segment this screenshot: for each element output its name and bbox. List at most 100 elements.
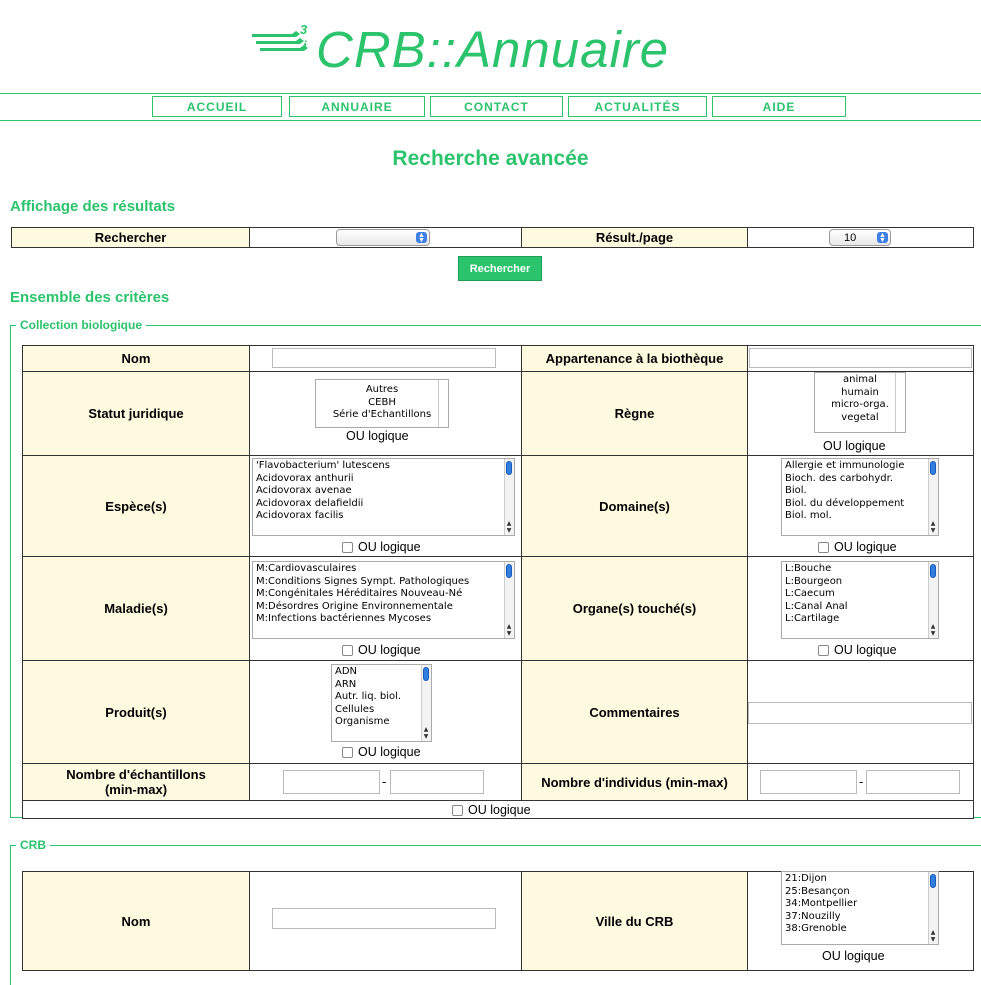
- regne-listbox[interactable]: animal humain micro-orga. vegetal: [814, 372, 906, 433]
- list-option[interactable]: L:Caecum: [785, 588, 935, 601]
- checkbox[interactable]: [342, 746, 353, 758]
- produit-listbox[interactable]: ADN ARN Autr. liq. biol. Cellules Organi…: [331, 664, 432, 742]
- scrollbar[interactable]: ▲ ▼: [928, 562, 938, 638]
- list-option[interactable]: Série d'Echantillons: [319, 409, 445, 422]
- list-option[interactable]: Allergie et immunologie: [785, 460, 935, 473]
- list-option[interactable]: L:Bourgeon: [785, 576, 935, 589]
- scroll-down-icon[interactable]: ▼: [929, 630, 937, 637]
- checkbox[interactable]: [818, 644, 829, 656]
- scroll-thumb[interactable]: [423, 667, 429, 681]
- checkbox[interactable]: [342, 541, 353, 553]
- nb-individus-min-input[interactable]: [760, 770, 857, 794]
- scrollbar[interactable]: [895, 373, 905, 432]
- search-button[interactable]: Rechercher: [458, 256, 542, 281]
- list-option[interactable]: L:Bouche: [785, 563, 935, 576]
- maladie-ou-logique[interactable]: OU logique: [342, 643, 421, 657]
- list-option[interactable]: M:Cardiovasculaires: [256, 563, 511, 576]
- domaine-ou-logique[interactable]: OU logique: [818, 540, 897, 554]
- nom-input[interactable]: [272, 348, 496, 368]
- list-option[interactable]: M:Congénitales Héréditaires Nouveau-Né: [256, 588, 511, 601]
- list-option[interactable]: 34:Montpellier: [785, 898, 935, 911]
- scrollbar[interactable]: ▲ ▼: [504, 459, 514, 535]
- list-option[interactable]: Acidovorax avenae: [256, 485, 511, 498]
- nb-echantillons-min-input[interactable]: [283, 770, 380, 794]
- scroll-up-icon[interactable]: ▲: [505, 520, 513, 527]
- scroll-thumb[interactable]: [930, 461, 936, 475]
- rechercher-select[interactable]: ▲ ▼: [336, 229, 430, 246]
- scroll-down-icon[interactable]: ▼: [422, 733, 430, 740]
- list-option[interactable]: M:Conditions Signes Sympt. Pathologiques: [256, 576, 511, 589]
- organe-listbox[interactable]: L:Bouche L:Bourgeon L:Caecum L:Canal Ana…: [781, 561, 939, 639]
- global-ou-logique[interactable]: OU logique: [452, 803, 531, 817]
- scrollbar[interactable]: ▲ ▼: [928, 459, 938, 535]
- crb-nom-input[interactable]: [272, 908, 496, 929]
- regne-label: Règne: [521, 371, 748, 456]
- scroll-thumb[interactable]: [930, 564, 936, 578]
- list-option[interactable]: L:Canal Anal: [785, 601, 935, 614]
- list-option[interactable]: Bioch. des carbohydr.: [785, 473, 935, 486]
- list-option[interactable]: 37:Nouzilly: [785, 911, 935, 924]
- checkbox[interactable]: [342, 644, 353, 656]
- produit-ou-logique[interactable]: OU logique: [342, 745, 421, 759]
- nb-individus-max-input[interactable]: [866, 770, 960, 794]
- espece-listbox[interactable]: 'Flavobacterium' lutescens Acidovorax an…: [252, 458, 515, 536]
- checkbox[interactable]: [452, 804, 463, 816]
- list-option[interactable]: Organisme: [335, 716, 428, 729]
- list-option[interactable]: Biol. du développement: [785, 498, 935, 511]
- scroll-thumb[interactable]: [930, 874, 936, 888]
- domaine-listbox[interactable]: Allergie et immunologie Bioch. des carbo…: [781, 458, 939, 536]
- list-option[interactable]: 25:Besançon: [785, 886, 935, 899]
- scroll-up-icon[interactable]: ▲: [929, 929, 937, 936]
- scrollbar[interactable]: ▲ ▼: [928, 872, 938, 944]
- maladie-listbox[interactable]: M:Cardiovasculaires M:Conditions Signes …: [252, 561, 515, 639]
- list-option[interactable]: Acidovorax facilis: [256, 510, 511, 523]
- list-option[interactable]: Autres: [319, 384, 445, 397]
- nav-actualites[interactable]: ACTUALITÉS: [568, 96, 707, 117]
- scrollbar[interactable]: ▲ ▼: [504, 562, 514, 638]
- espece-ou-logique[interactable]: OU logique: [342, 540, 421, 554]
- list-option[interactable]: M:Infections bactériennes Mycoses: [256, 613, 511, 626]
- nav-aide[interactable]: AIDE: [712, 96, 846, 117]
- nav-accueil[interactable]: ACCUEIL: [152, 96, 282, 117]
- commentaires-input[interactable]: [748, 702, 972, 724]
- list-option[interactable]: 'Flavobacterium' lutescens: [256, 460, 511, 473]
- list-option[interactable]: 38:Grenoble: [785, 923, 935, 936]
- list-option[interactable]: CEBH: [319, 397, 445, 410]
- scroll-thumb[interactable]: [506, 461, 512, 475]
- scroll-up-icon[interactable]: ▲: [929, 520, 937, 527]
- scroll-up-icon[interactable]: ▲: [929, 623, 937, 630]
- scroll-down-icon[interactable]: ▼: [929, 936, 937, 943]
- list-option[interactable]: L:Cartilage: [785, 613, 935, 626]
- list-option[interactable]: ARN: [335, 679, 428, 692]
- list-option[interactable]: Acidovorax delafieldii: [256, 498, 511, 511]
- nb-echantillons-max-input[interactable]: [390, 770, 484, 794]
- scroll-down-icon[interactable]: ▼: [505, 630, 513, 637]
- nav-annuaire[interactable]: ANNUAIRE: [289, 96, 425, 117]
- list-option[interactable]: Acidovorax anthurii: [256, 473, 511, 486]
- nav-contact[interactable]: CONTACT: [430, 96, 563, 117]
- list-option[interactable]: vegetal: [818, 412, 902, 425]
- list-option[interactable]: 21:Dijon: [785, 873, 935, 886]
- list-option[interactable]: Biol. mol.: [785, 510, 935, 523]
- list-option[interactable]: Autr. liq. biol.: [335, 691, 428, 704]
- appartenance-input[interactable]: [749, 348, 972, 368]
- scroll-up-icon[interactable]: ▲: [422, 726, 430, 733]
- scrollbar[interactable]: ▲ ▼: [421, 665, 431, 741]
- scrollbar[interactable]: [438, 380, 448, 427]
- list-option[interactable]: ADN: [335, 666, 428, 679]
- scroll-up-icon[interactable]: ▲: [505, 623, 513, 630]
- organe-ou-logique[interactable]: OU logique: [818, 643, 897, 657]
- checkbox[interactable]: [818, 541, 829, 553]
- list-option[interactable]: humain: [818, 387, 902, 400]
- list-option[interactable]: Cellules: [335, 704, 428, 717]
- list-option[interactable]: M:Désordres Origine Environnementale: [256, 601, 511, 614]
- statut-listbox[interactable]: Autres CEBH Série d'Echantillons: [315, 379, 449, 428]
- list-option[interactable]: animal: [818, 374, 902, 387]
- scroll-down-icon[interactable]: ▼: [505, 527, 513, 534]
- list-option[interactable]: Biol.: [785, 485, 935, 498]
- scroll-thumb[interactable]: [506, 564, 512, 578]
- scroll-down-icon[interactable]: ▼: [929, 527, 937, 534]
- ville-listbox[interactable]: 21:Dijon 25:Besançon 34:Montpellier 37:N…: [781, 871, 939, 945]
- list-option[interactable]: micro-orga.: [818, 399, 902, 412]
- resultpage-select[interactable]: 10 ▲ ▼: [829, 229, 891, 246]
